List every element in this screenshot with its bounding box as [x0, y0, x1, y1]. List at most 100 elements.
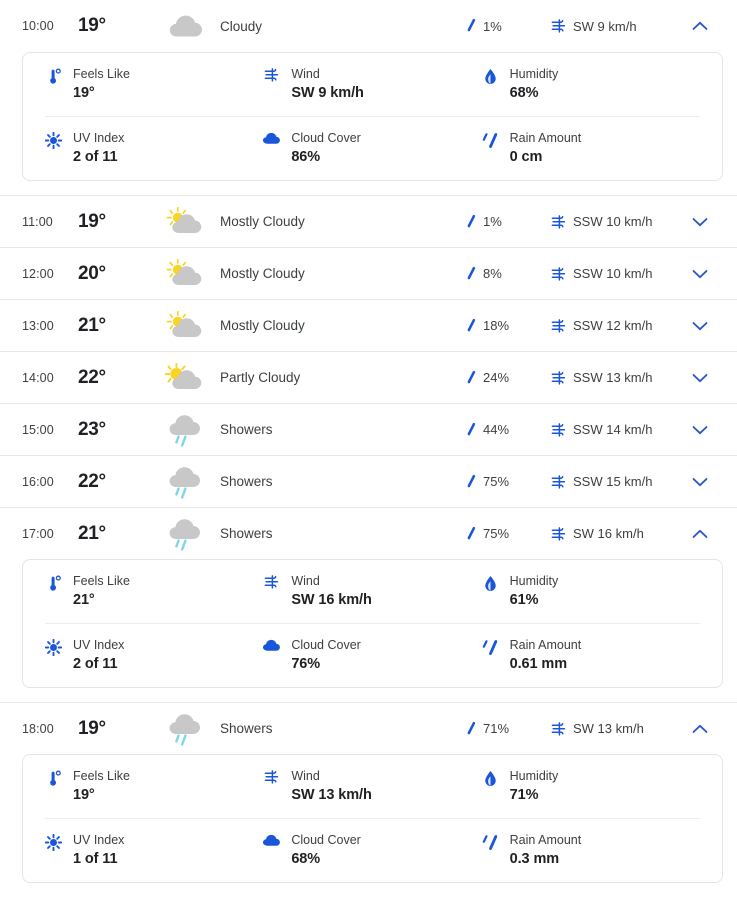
metric-feels-like-label: Feels Like: [73, 769, 130, 783]
chevron-down-icon[interactable]: [677, 217, 723, 227]
wind-summary: SSW 13 km/h: [551, 370, 677, 385]
metric-wind: Wind SW 13 km/h: [263, 769, 481, 804]
showers-icon: [154, 463, 216, 501]
chevron-up-icon[interactable]: [677, 21, 723, 31]
precipitation-chance: 71%: [465, 721, 551, 737]
metric-wind-label: Wind: [291, 769, 320, 783]
metric-rain-amount: Rain Amount 0.61 mm: [482, 638, 700, 673]
metric-uv-index-label: UV Index: [73, 131, 125, 145]
hour-condition: Mostly Cloudy: [220, 266, 305, 281]
precipitation-chance: 1%: [465, 214, 551, 230]
wind-value: SSW 15 km/h: [573, 474, 653, 489]
metric-rain-amount: Rain Amount 0 cm: [482, 131, 700, 166]
hour-block: 14:00 22° Partly Cloudy 24% SSW 13 km/h: [0, 351, 737, 403]
chevron-down-icon[interactable]: [677, 269, 723, 279]
hour-row-1000[interactable]: 10:00 19° Cloudy 1% SW 9 km/h: [0, 0, 737, 52]
thermometer-icon: [45, 769, 62, 788]
hour-detail-card: Feels Like 21° Wind SW 16 km/h Humidity …: [22, 559, 723, 688]
wind-icon: [551, 318, 567, 333]
metric-feels-like: Feels Like 21°: [45, 574, 263, 609]
wind-value: SW 9 km/h: [573, 18, 637, 34]
detail-row-secondary: UV Index 2 of 11 Cloud Cover 76% Rain Am…: [45, 624, 700, 687]
metric-wind-value: SW 13 km/h: [291, 787, 372, 803]
hour-temperature: 19°: [78, 15, 106, 36]
metric-wind-value: SW 16 km/h: [291, 592, 372, 608]
hour-block: 12:00 20° Mostly Cloudy 8% SSW 10 km/h: [0, 247, 737, 299]
metric-rain-amount-label: Rain Amount: [509, 833, 582, 847]
metric-feels-like-label: Feels Like: [73, 574, 130, 588]
metric-cloud-cover-value: 68%: [291, 851, 321, 867]
metric-feels-like-value: 21°: [73, 592, 95, 608]
hour-row-1300[interactable]: 13:00 21° Mostly Cloudy 18% SSW 12 km/h: [0, 299, 737, 351]
metric-rain-amount-label: Rain Amount: [509, 638, 582, 652]
metric-feels-like: Feels Like 19°: [45, 67, 263, 102]
hour-time: 18:00: [22, 721, 54, 736]
precipitation-value: 1%: [483, 18, 502, 34]
cloud-cover-icon: [263, 638, 281, 652]
hour-block: 11:00 19° Mostly Cloudy 1% SSW 10 km/h: [0, 195, 737, 247]
wind-summary: SSW 12 km/h: [551, 318, 677, 333]
showers-icon: [154, 710, 216, 748]
chevron-up-icon[interactable]: [677, 724, 723, 734]
hour-block: 13:00 21° Mostly Cloudy 18% SSW 12 km/h: [0, 299, 737, 351]
metric-wind: Wind SW 16 km/h: [263, 574, 481, 609]
metric-humidity-value: 71%: [509, 787, 539, 803]
hour-detail-card: Feels Like 19° Wind SW 9 km/h Humidity 6…: [22, 52, 723, 181]
wind-value: SSW 12 km/h: [573, 318, 653, 333]
chevron-up-icon[interactable]: [677, 529, 723, 539]
hour-row-1700[interactable]: 17:00 21° Showers 75% SW 16 km/h: [0, 507, 737, 559]
hour-temperature: 22°: [78, 366, 106, 388]
precipitation-drop-icon: [465, 474, 477, 490]
hour-temperature: 23°: [78, 418, 106, 440]
metric-cloud-cover: Cloud Cover 76%: [263, 638, 481, 673]
hour-block: 15:00 23° Showers 44% SSW 14 km/h: [0, 403, 737, 455]
hourly-forecast-list: 10:00 19° Cloudy 1% SW 9 km/h Feels Like…: [0, 0, 737, 883]
metric-humidity: Humidity 68%: [482, 67, 700, 102]
precipitation-value: 18%: [483, 318, 510, 333]
metric-humidity: Humidity 71%: [482, 769, 700, 804]
wind-summary: SSW 10 km/h: [551, 266, 677, 281]
chevron-down-icon[interactable]: [677, 321, 723, 331]
precipitation-drop-icon: [465, 318, 477, 334]
precipitation-drop-icon: [465, 214, 477, 230]
wind-icon: [551, 19, 567, 33]
precipitation-drop-icon: [465, 18, 477, 34]
metric-cloud-cover-label: Cloud Cover: [291, 131, 361, 145]
hour-row-1400[interactable]: 14:00 22° Partly Cloudy 24% SSW 13 km/h: [0, 351, 737, 403]
hour-block: 10:00 19° Cloudy 1% SW 9 km/h Feels Like…: [0, 0, 737, 181]
wind-icon: [551, 214, 567, 229]
mostly-cloudy-icon: [154, 206, 216, 237]
metric-uv-index-label: UV Index: [73, 833, 125, 847]
wind-summary: SSW 14 km/h: [551, 422, 677, 437]
wind-value: SW 16 km/h: [573, 526, 644, 541]
hour-temperature: 20°: [78, 262, 106, 284]
detail-row-primary: Feels Like 19° Wind SW 13 km/h Humidity …: [45, 755, 700, 819]
hour-row-1200[interactable]: 12:00 20° Mostly Cloudy 8% SSW 10 km/h: [0, 247, 737, 299]
rain-amount-icon: [482, 638, 499, 657]
precipitation-drop-icon: [465, 721, 477, 737]
hour-time: 16:00: [22, 474, 54, 489]
hour-condition: Cloudy: [220, 18, 263, 34]
hour-condition: Mostly Cloudy: [220, 318, 305, 333]
metric-wind: Wind SW 9 km/h: [263, 67, 481, 102]
hour-row-1600[interactable]: 16:00 22° Showers 75% SSW 15 km/h: [0, 455, 737, 507]
humidity-drop-icon: [482, 769, 499, 787]
metric-uv-index-value: 1 of 11: [73, 851, 118, 867]
hour-row-1100[interactable]: 11:00 19° Mostly Cloudy 1% SSW 10 km/h: [0, 195, 737, 247]
cloudy-icon: [154, 11, 216, 41]
precipitation-chance: 18%: [465, 318, 551, 334]
detail-row-primary: Feels Like 21° Wind SW 16 km/h Humidity …: [45, 560, 700, 624]
chevron-down-icon[interactable]: [677, 425, 723, 435]
chevron-down-icon[interactable]: [677, 373, 723, 383]
metric-wind-label: Wind: [291, 67, 320, 81]
metric-uv-index-value: 2 of 11: [73, 149, 118, 165]
hour-condition: Showers: [220, 526, 273, 541]
uv-sun-icon: [45, 131, 62, 149]
chevron-down-icon[interactable]: [677, 477, 723, 487]
hour-row-1800[interactable]: 18:00 19° Showers 71% SW 13 km/h: [0, 702, 737, 754]
metric-humidity-value: 68%: [509, 85, 539, 101]
wind-summary: SSW 10 km/h: [551, 214, 677, 229]
precipitation-value: 44%: [483, 422, 510, 437]
hour-row-1500[interactable]: 15:00 23° Showers 44% SSW 14 km/h: [0, 403, 737, 455]
metric-rain-amount-value: 0 cm: [509, 149, 543, 165]
